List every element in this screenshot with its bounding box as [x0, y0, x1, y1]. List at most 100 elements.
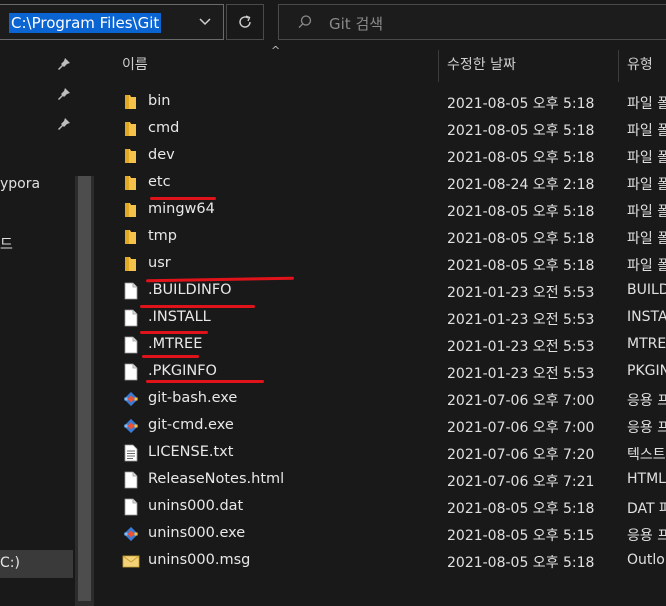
file-type: MTRE — [627, 336, 666, 352]
sort-ascending-icon: ^ — [271, 44, 281, 57]
file-row[interactable]: usr 2021-08-05 오후 5:18 파일 폴 — [96, 251, 666, 278]
file-modified-date: 2021-08-05 오후 5:18 — [447, 501, 595, 517]
file-row[interactable]: LICENSE.txt 2021-07-06 오후 7:20 텍스트 — [96, 440, 666, 467]
file-modified-date: 2021-08-05 오후 5:18 — [447, 150, 595, 166]
annotation-underline — [142, 355, 199, 358]
file-row[interactable]: unins000.msg 2021-08-05 오후 5:18 Outlo — [96, 548, 666, 575]
file-name[interactable]: bin — [148, 93, 170, 109]
file-modified-date: 2021-07-06 오후 7:20 — [447, 447, 595, 463]
git-icon — [122, 525, 140, 543]
file-name[interactable]: .BUILDINFO — [148, 282, 232, 298]
file-row[interactable]: git-bash.exe 2021-07-06 오후 7:00 응용 프 — [96, 386, 666, 413]
column-header-modified[interactable]: 수정한 날짜 — [447, 46, 516, 84]
address-dropdown-button[interactable] — [186, 5, 224, 39]
folder-icon — [122, 255, 140, 273]
file-row[interactable]: .BUILDINFO 2021-01-23 오전 5:53 BUILD — [96, 278, 666, 305]
file-name[interactable]: cmd — [148, 120, 179, 136]
column-header-name[interactable]: 이름 — [122, 46, 148, 84]
file-type: 파일 폴 — [627, 231, 666, 247]
nav-item-download[interactable]: 드 — [0, 234, 13, 254]
refresh-icon — [239, 15, 251, 28]
file-type: PKGIN — [627, 363, 666, 379]
file-name[interactable]: unins000.msg — [148, 552, 250, 568]
file-modified-date: 2021-08-05 오후 5:18 — [447, 555, 595, 571]
annotation-underline — [150, 197, 216, 200]
file-name[interactable]: etc — [148, 174, 171, 190]
file-name[interactable]: git-cmd.exe — [148, 417, 234, 433]
file-type: 파일 폴 — [627, 96, 666, 112]
address-path[interactable]: C:\Program Files\Git — [9, 13, 162, 33]
annotation-underline — [140, 305, 255, 308]
mail-icon — [122, 552, 140, 570]
file-row[interactable]: unins000.dat 2021-08-05 오후 5:18 DAT 파 — [96, 494, 666, 521]
file-row[interactable]: cmd 2021-08-05 오후 5:18 파일 폴 — [96, 116, 666, 143]
toolbar: C:\Program Files\Git Git 검색 — [0, 0, 666, 46]
file-type: 파일 폴 — [627, 258, 666, 274]
file-row[interactable]: bin 2021-08-05 오후 5:18 파일 폴 — [96, 89, 666, 116]
annotation-underline — [146, 380, 264, 383]
file-modified-date: 2021-01-23 오전 5:53 — [447, 339, 595, 355]
file-name[interactable]: usr — [148, 255, 171, 271]
annotation-underline — [140, 331, 208, 334]
file-modified-date: 2021-07-06 오후 7:21 — [447, 474, 595, 490]
text-file-icon — [122, 444, 140, 462]
search-box[interactable]: Git 검색 — [278, 4, 666, 40]
file-row[interactable]: mingw64 2021-08-05 오후 5:18 파일 폴 — [96, 197, 666, 224]
file-modified-date: 2021-08-05 오후 5:18 — [447, 96, 595, 112]
file-type: 응용 프 — [627, 420, 666, 436]
file-modified-date: 2021-08-05 오후 5:18 — [447, 123, 595, 139]
address-bar[interactable]: C:\Program Files\Git — [0, 4, 224, 40]
file-modified-date: 2021-07-06 오후 7:00 — [447, 420, 595, 436]
file-name[interactable]: mingw64 — [148, 201, 215, 217]
file-row[interactable]: dev 2021-08-05 오후 5:18 파일 폴 — [96, 143, 666, 170]
search-placeholder[interactable]: Git 검색 — [329, 13, 383, 34]
column-header-type[interactable]: 유형 — [627, 46, 653, 84]
file-type: 파일 폴 — [627, 150, 666, 166]
file-modified-date: 2021-08-05 오후 5:15 — [447, 528, 595, 544]
file-list: ^ 이름 수정한 날짜 유형 bin 2021-08-05 오후 5:18 파일 폴… — [96, 44, 666, 606]
nav-item-label: C:) — [0, 555, 20, 571]
file-name[interactable]: tmp — [148, 228, 177, 244]
file-row[interactable]: .INSTALL 2021-01-23 오전 5:53 INSTA — [96, 305, 666, 332]
pin-icon[interactable] — [56, 116, 72, 132]
file-type: BUILD — [627, 282, 666, 298]
file-row[interactable]: ReleaseNotes.html 2021-07-06 오후 7:21 HTML — [96, 467, 666, 494]
file-modified-date: 2021-08-24 오후 2:18 — [447, 177, 595, 193]
file-name[interactable]: git-bash.exe — [148, 390, 237, 406]
file-type: Outlo — [627, 552, 665, 568]
refresh-button[interactable] — [226, 4, 264, 40]
file-modified-date: 2021-01-23 오전 5:53 — [447, 285, 595, 301]
nav-scrollbar-thumb[interactable] — [78, 176, 91, 601]
file-type: 응용 프 — [627, 393, 666, 409]
git-icon — [122, 390, 140, 408]
file-name[interactable]: .PKGINFO — [148, 363, 217, 379]
nav-item-typora[interactable]: ypora — [0, 176, 40, 192]
document-icon — [122, 309, 140, 327]
file-modified-date: 2021-08-05 오후 5:18 — [447, 258, 595, 274]
column-divider[interactable] — [438, 50, 439, 82]
file-name[interactable]: .MTREE — [148, 336, 202, 352]
git-icon — [122, 417, 140, 435]
file-name[interactable]: LICENSE.txt — [148, 444, 233, 460]
file-row[interactable]: tmp 2021-08-05 오후 5:18 파일 폴 — [96, 224, 666, 251]
column-divider[interactable] — [618, 50, 619, 82]
document-icon — [122, 471, 140, 489]
file-row[interactable]: git-cmd.exe 2021-07-06 오후 7:00 응용 프 — [96, 413, 666, 440]
file-name[interactable]: unins000.exe — [148, 525, 245, 541]
file-row[interactable]: unins000.exe 2021-08-05 오후 5:15 응용 프 — [96, 521, 666, 548]
document-icon — [122, 363, 140, 381]
nav-item-local-disk[interactable]: C:) — [0, 550, 73, 578]
pin-icon[interactable] — [56, 86, 72, 102]
file-row[interactable]: etc 2021-08-24 오후 2:18 파일 폴 — [96, 170, 666, 197]
pin-icon[interactable] — [56, 56, 72, 72]
file-name[interactable]: unins000.dat — [148, 498, 243, 514]
folder-icon — [122, 147, 140, 165]
file-type: 파일 폴 — [627, 204, 666, 220]
file-name[interactable]: dev — [148, 147, 175, 163]
folder-icon — [122, 201, 140, 219]
file-name[interactable]: ReleaseNotes.html — [148, 471, 284, 487]
file-name[interactable]: .INSTALL — [148, 309, 211, 325]
file-type: 파일 폴 — [627, 177, 666, 193]
file-type: 파일 폴 — [627, 123, 666, 139]
document-icon — [122, 336, 140, 354]
